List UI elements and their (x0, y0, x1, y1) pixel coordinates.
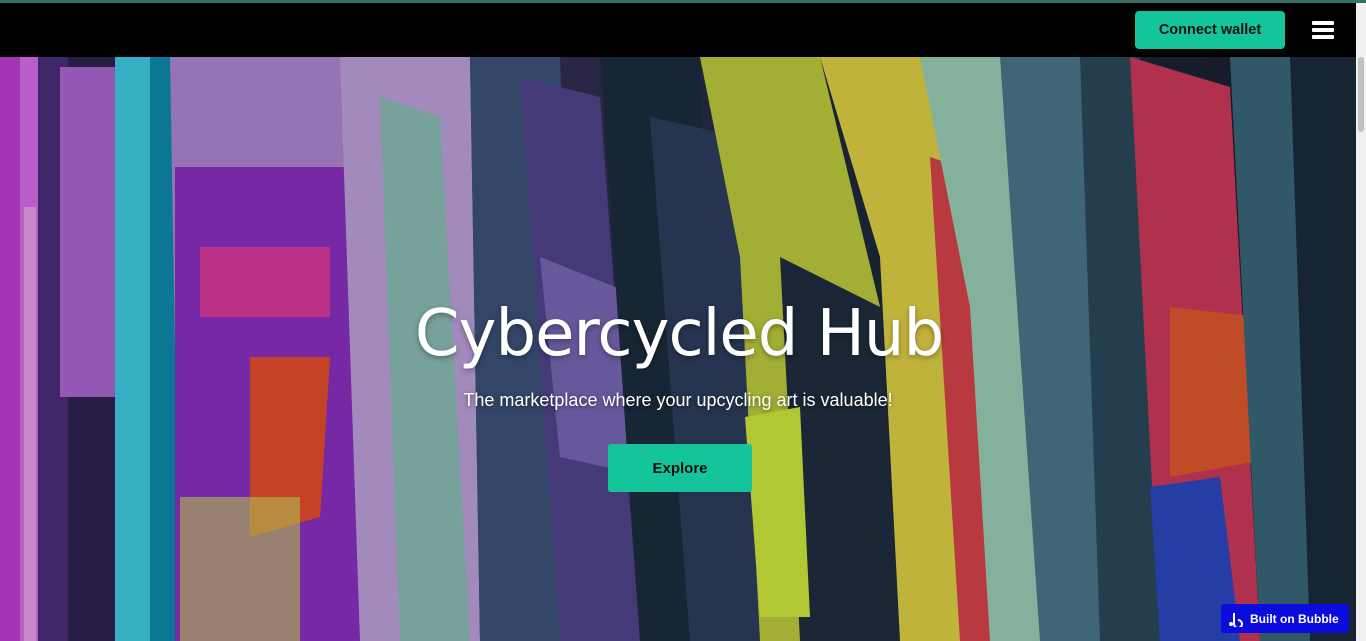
hero-title: Cybercycled Hub (414, 297, 944, 371)
bubble-logo-icon (1229, 612, 1243, 627)
hamburger-menu-icon[interactable] (1312, 21, 1334, 39)
hero-subtitle: The marketplace where your upcycling art… (463, 390, 893, 410)
hero-section: Cybercycled Hub The marketplace where yo… (0, 57, 1356, 641)
navbar: Connect wallet (0, 3, 1356, 57)
badge-label: Built on Bubble (1250, 611, 1339, 626)
connect-wallet-button[interactable]: Connect wallet (1135, 11, 1285, 49)
explore-button[interactable]: Explore (608, 444, 752, 492)
built-on-bubble-badge[interactable]: Built on Bubble (1221, 604, 1349, 633)
scrollbar-thumb[interactable] (1358, 57, 1364, 132)
